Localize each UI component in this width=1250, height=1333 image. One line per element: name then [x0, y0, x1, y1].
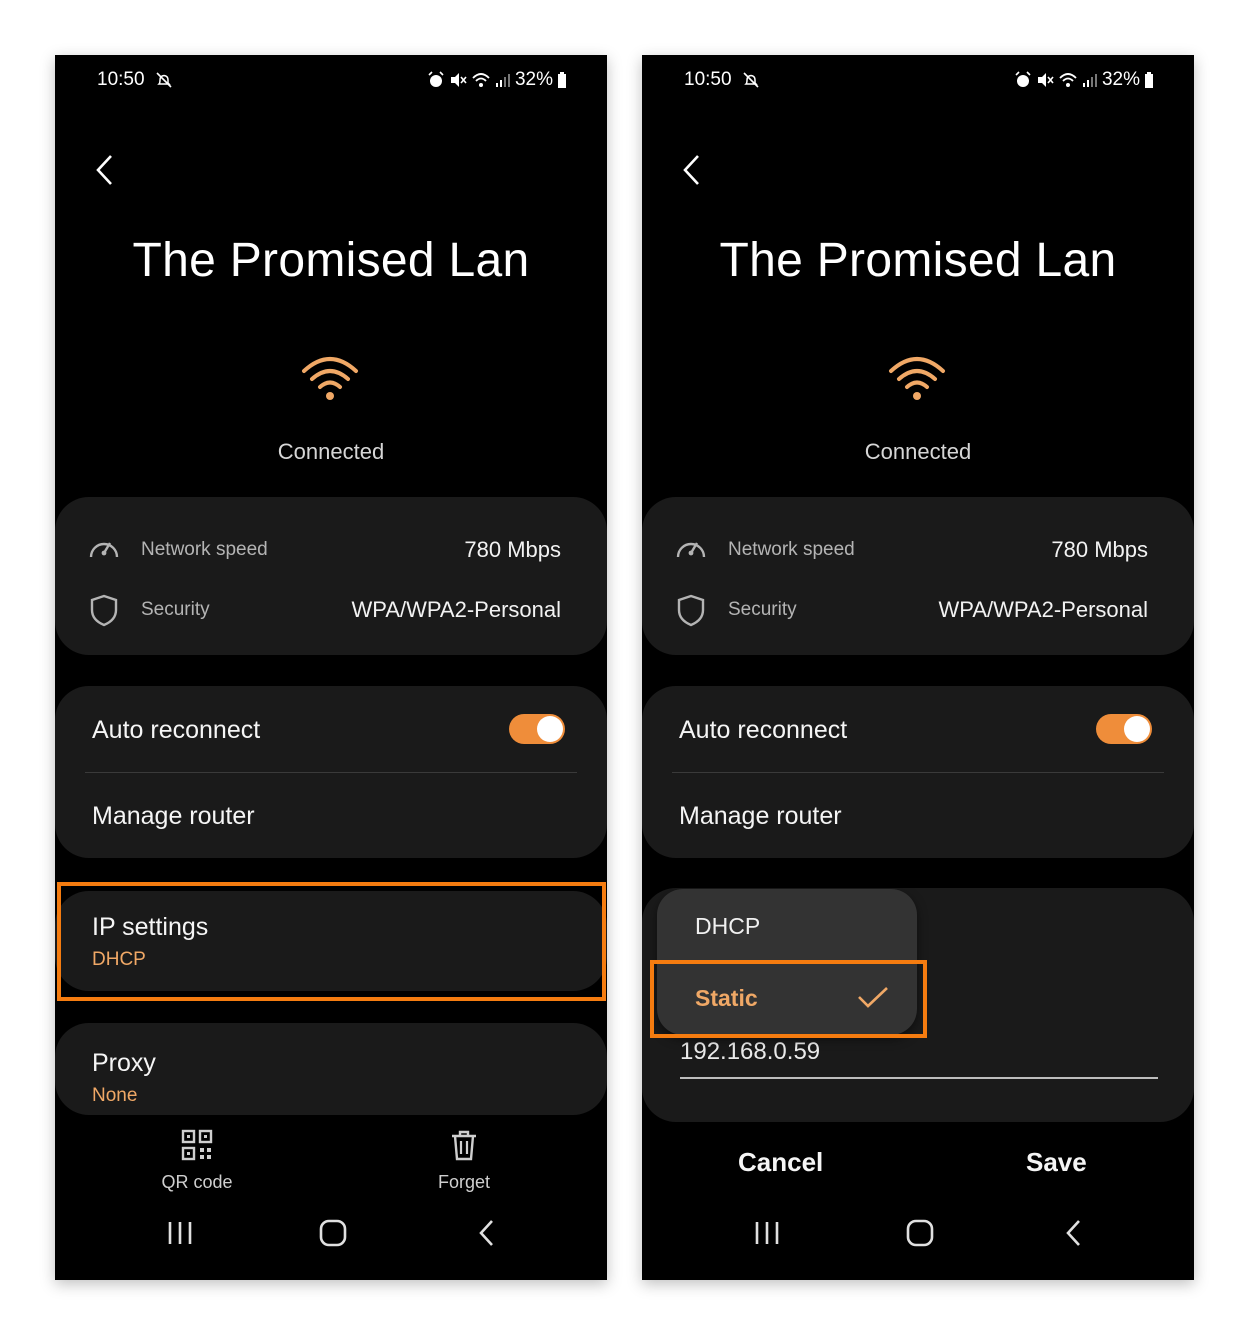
do-not-disturb-icon [742, 71, 760, 95]
auto-reconnect-toggle[interactable] [509, 714, 565, 744]
alarm-icon [427, 71, 445, 89]
battery-icon [1144, 71, 1154, 89]
recent-apps-icon [168, 1222, 192, 1244]
manage-router-item[interactable]: Manage router [92, 802, 255, 831]
status-bar: 10:50 32% [684, 69, 1154, 93]
network-speed-label: Network speed [141, 539, 268, 560]
alarm-icon [1014, 71, 1032, 89]
status-time: 10:50 [97, 69, 145, 90]
qr-code-icon [181, 1129, 213, 1161]
bottom-actions: QR code Forget [55, 1129, 607, 1199]
wifi-icon [887, 353, 947, 401]
chevron-left-icon [96, 155, 112, 185]
nav-back-button[interactable] [1060, 1218, 1090, 1253]
network-name: The Promised Lan [132, 234, 530, 287]
do-not-disturb-icon [155, 71, 173, 95]
network-info-card: Network speed 780 Mbps Security WPA/WPA2… [55, 497, 607, 655]
nav-back-button[interactable] [473, 1218, 503, 1253]
battery-percent: 32% [1101, 69, 1140, 90]
security-value: WPA/WPA2-Personal [351, 597, 561, 622]
shield-icon [87, 593, 121, 632]
auto-reconnect-label: Auto reconnect [679, 716, 848, 744]
qr-code-button[interactable]: QR code [137, 1129, 257, 1193]
network-name: The Promised Lan [719, 234, 1117, 287]
divider [85, 772, 577, 773]
network-speed-value: 780 Mbps [464, 537, 561, 562]
chevron-left-icon [479, 1220, 493, 1246]
wifi-status-icon [471, 71, 491, 89]
mute-icon [449, 71, 467, 89]
network-speed-label: Network speed [728, 539, 855, 560]
status-icons: 32% [427, 69, 567, 91]
proxy-value: None [92, 1085, 138, 1106]
proxy-item[interactable]: Proxy None [55, 1023, 607, 1115]
network-speed-value: 780 Mbps [1051, 537, 1148, 562]
home-icon [319, 1219, 347, 1247]
proxy-label: Proxy [92, 1049, 156, 1077]
ip-address-underline [680, 1077, 1158, 1079]
back-button[interactable] [91, 153, 121, 187]
divider [672, 772, 1164, 773]
security-label: Security [728, 599, 797, 620]
network-info-card: Network speed 780 Mbps Security WPA/WPA2… [642, 497, 1194, 655]
shield-icon [674, 593, 708, 632]
wifi-status-icon [1058, 71, 1078, 89]
status-icons: 32% [1014, 69, 1154, 91]
highlight-box-static-option [650, 960, 927, 1038]
auto-reconnect-toggle[interactable] [1096, 714, 1152, 744]
ip-address-field[interactable]: 192.168.0.59 [680, 1038, 820, 1066]
settings-card: Auto reconnect Manage router [55, 686, 607, 858]
phone-screen-left: 10:50 32% The Promised Lan Connected Net… [55, 55, 607, 1280]
security-row: Security WPA/WPA2-Personal [674, 591, 1148, 627]
connection-status: Connected [864, 439, 972, 464]
home-button[interactable] [905, 1218, 935, 1253]
status-bar: 10:50 32% [97, 69, 567, 93]
security-value: WPA/WPA2-Personal [938, 597, 1148, 622]
recent-apps-button[interactable] [752, 1218, 782, 1253]
signal-icon [495, 72, 511, 88]
network-speed-row: Network speed 780 Mbps [87, 531, 561, 567]
auto-reconnect-label: Auto reconnect [92, 716, 261, 744]
speedometer-icon [674, 533, 708, 568]
recent-apps-icon [755, 1222, 779, 1244]
security-label: Security [141, 599, 210, 620]
cancel-button[interactable]: Cancel [738, 1147, 823, 1178]
phone-screen-right: 10:50 32% The Promised Lan Connected Net… [642, 55, 1194, 1280]
trash-icon [452, 1130, 476, 1161]
save-button[interactable]: Save [1026, 1147, 1087, 1178]
wifi-icon [300, 353, 360, 401]
navigation-bar [642, 1200, 1194, 1280]
network-speed-row: Network speed 780 Mbps [674, 531, 1148, 567]
navigation-bar [55, 1200, 607, 1280]
chevron-left-icon [1066, 1220, 1080, 1246]
status-time: 10:50 [684, 69, 732, 90]
security-row: Security WPA/WPA2-Personal [87, 591, 561, 627]
forget-label: Forget [437, 1172, 491, 1192]
manage-router-item[interactable]: Manage router [679, 802, 842, 831]
signal-icon [1082, 72, 1098, 88]
qr-code-label: QR code [161, 1172, 233, 1192]
mute-icon [1036, 71, 1054, 89]
highlight-box-ip-settings [57, 882, 606, 1001]
recent-apps-button[interactable] [165, 1218, 195, 1253]
forget-button[interactable]: Forget [404, 1129, 524, 1193]
battery-icon [557, 71, 567, 89]
dropdown-option-dhcp[interactable]: DHCP [695, 913, 760, 940]
toggle-knob [1124, 716, 1150, 742]
back-button[interactable] [678, 153, 708, 187]
home-button[interactable] [318, 1218, 348, 1253]
settings-card: Auto reconnect Manage router [642, 686, 1194, 858]
battery-percent: 32% [514, 69, 553, 90]
connection-status: Connected [277, 439, 385, 464]
chevron-left-icon [683, 155, 699, 185]
toggle-knob [537, 716, 563, 742]
speedometer-icon [87, 533, 121, 568]
home-icon [906, 1219, 934, 1247]
